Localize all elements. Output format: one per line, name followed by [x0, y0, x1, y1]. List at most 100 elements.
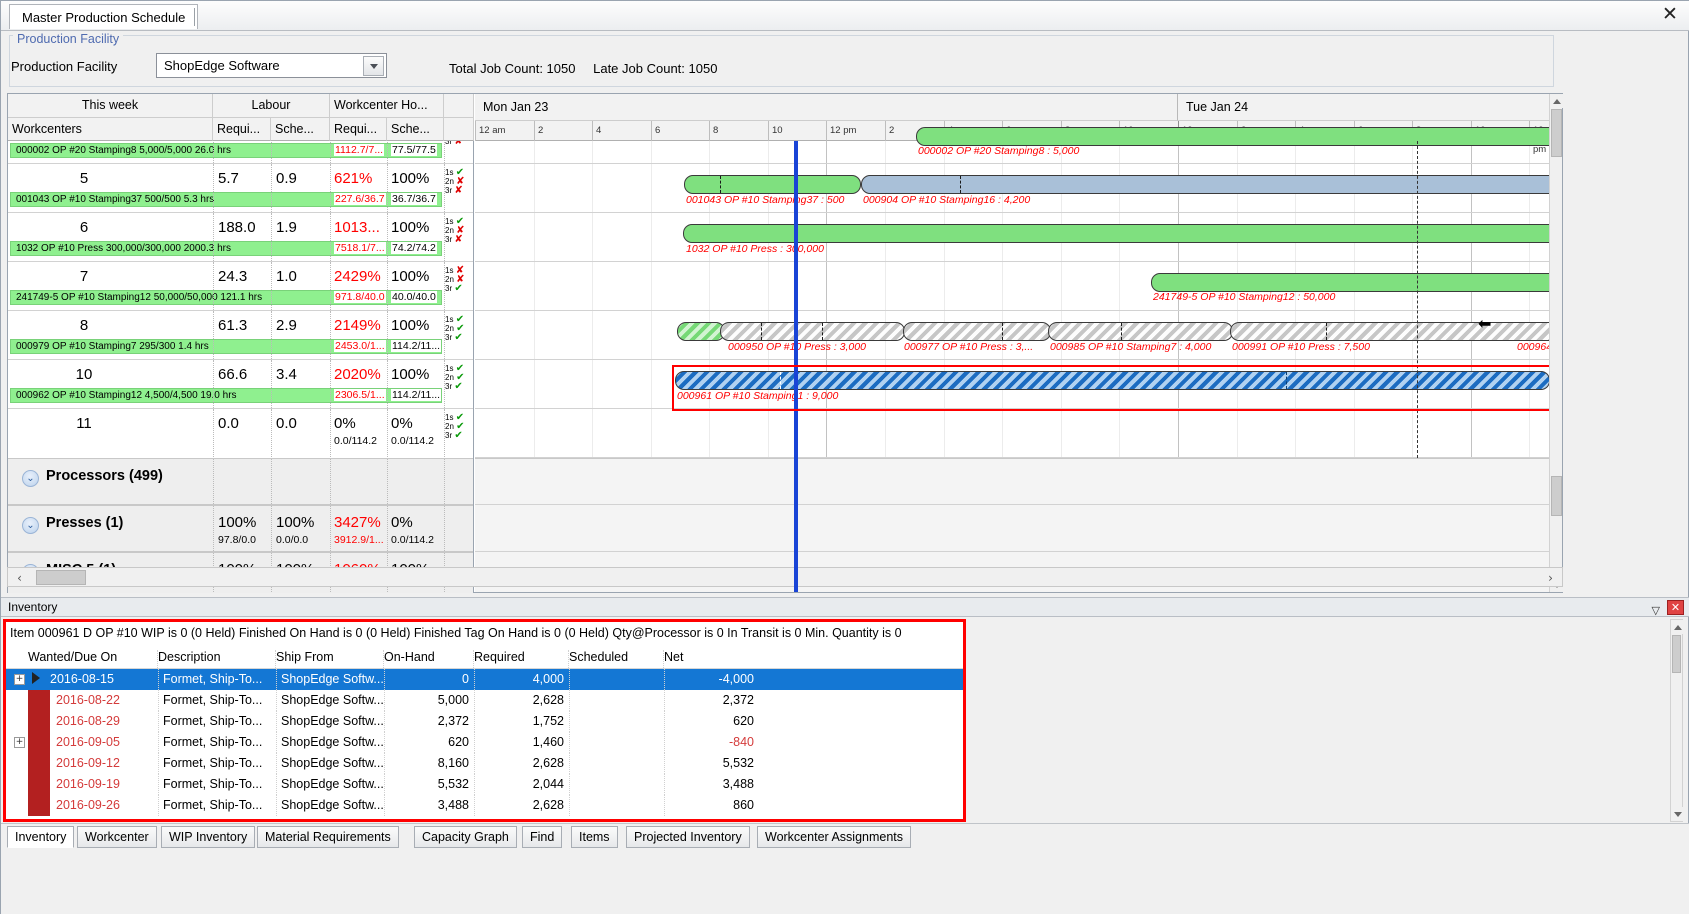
subheader-workcenters[interactable]: Workcenters	[8, 118, 213, 141]
job-counts: Total Job Count: 1050 Late Job Count: 10…	[449, 61, 731, 76]
inventory-panel[interactable]: Item 000961 D OP #10 WIP is 0 (0 Held) F…	[3, 619, 966, 822]
cell-net: 620	[733, 714, 754, 728]
row-workcenter-number: 5	[79, 170, 89, 187]
subheader-labour-required[interactable]: Requi...	[213, 118, 271, 141]
table-row[interactable]: + 2016-08-15 Formet, Ship-To... ShopEdge…	[6, 669, 963, 690]
column-required[interactable]: Required	[474, 650, 569, 668]
table-row[interactable]: 2016-08-22 Formet, Ship-To... ShopEdge S…	[6, 690, 963, 711]
gantt-bar[interactable]	[916, 127, 1549, 146]
gantt-bar[interactable]	[1048, 322, 1233, 341]
cell-on-hand: 3,488	[437, 798, 469, 812]
chevron-down-icon[interactable]: ⌄	[22, 517, 39, 534]
table-row[interactable]: 2016-09-12 Formet, Ship-To... ShopEdge S…	[6, 753, 963, 774]
row-labour-scheduled: 3.4	[276, 366, 297, 383]
status-badge	[28, 795, 50, 816]
header-labour[interactable]: Labour	[213, 94, 330, 118]
status-bar	[1, 849, 1689, 914]
cell-required: 2,628	[532, 798, 564, 812]
gantt-bar-label: 001043 OP #10 Stamping37 : 500	[686, 194, 845, 206]
scroll-hint-arrow-icon: ⬅	[1478, 314, 1492, 333]
table-row[interactable]: 2016-08-29 Formet, Ship-To... ShopEdge S…	[6, 711, 963, 732]
scrollbar-thumb[interactable]	[36, 570, 86, 585]
group-row-processors[interactable]: ⌄ Processors (499)	[8, 458, 473, 505]
gantt-bar-label: 000961 OP #10 Stamping1 : 9,000	[677, 390, 839, 402]
column-scheduled[interactable]: Scheduled	[569, 650, 664, 668]
column-ship-from[interactable]: Ship From	[276, 650, 384, 668]
cell-required: 2,044	[532, 777, 564, 791]
inventory-column-headers: Wanted/Due On Description Ship From On-H…	[6, 648, 963, 669]
schedule-horizontal-scrollbar[interactable]: ‹ ›	[7, 567, 1563, 587]
row-wc-scheduled: 100%	[391, 219, 430, 236]
table-row: 10 66.6 3.4 2020% 100% 000962 OP #10 Sta…	[8, 360, 473, 408]
scroll-up-icon[interactable]	[1671, 620, 1684, 634]
row-wc-required-sub: 971.8/40.0	[334, 291, 386, 303]
column-on-hand[interactable]: On-Hand	[384, 650, 474, 668]
tab-workcenter-assignments[interactable]: Workcenter Assignments	[757, 826, 912, 848]
subheader-labour-scheduled[interactable]: Sche...	[271, 118, 330, 141]
gantt-bar[interactable]	[1230, 322, 1549, 341]
column-wanted-due-on[interactable]: Wanted/Due On	[28, 650, 158, 668]
cell-ship-from: ShopEdge Softw...	[281, 777, 384, 791]
tab-material-requirements[interactable]: Material Requirements	[257, 826, 399, 848]
header-this-week[interactable]: This week	[8, 94, 213, 118]
workcenter-grid-body[interactable]: 4 27.0 1.9 1400% 100% 000002 OP #20 Stam…	[8, 141, 474, 593]
status-badge	[28, 753, 50, 774]
group-labour-scheduled-sub: 0.0/0.0	[276, 534, 309, 546]
close-icon[interactable]: ✕	[1660, 5, 1680, 25]
tab-wip-inventory[interactable]: WIP Inventory	[161, 826, 256, 848]
workcenter-grid-header: This week Labour Workcenter Ho... Workce…	[8, 94, 474, 141]
facility-field-label: Production Facility	[11, 59, 118, 74]
row-wc-required: 0%	[334, 415, 356, 432]
gantt-body[interactable]: 000002 OP #20 Stamping8 : 5,000 001043 O…	[475, 127, 1549, 592]
scroll-left-icon[interactable]: ‹	[11, 570, 28, 585]
production-facility-select[interactable]: ShopEdge Software	[156, 53, 387, 78]
row-status-flags: 1s ✔ 2n ✘ 3r ✘	[445, 167, 465, 196]
gantt-bar[interactable]	[677, 322, 725, 341]
close-icon[interactable]: ✕	[1667, 600, 1684, 615]
cell-description: Formet, Ship-To...	[163, 756, 263, 770]
scroll-right-icon[interactable]: ›	[1542, 570, 1559, 585]
gantt-bar[interactable]	[861, 175, 1549, 194]
column-net[interactable]: Net	[664, 650, 759, 668]
table-row: 5 5.7 0.9 621% 100% 001043 OP #10 Stampi…	[8, 164, 473, 212]
text-caret	[194, 8, 195, 26]
table-row[interactable]: + 2016-09-05 Formet, Ship-To... ShopEdge…	[6, 732, 963, 753]
cell-description: Formet, Ship-To...	[163, 672, 263, 686]
scroll-down-icon[interactable]	[1671, 807, 1684, 821]
gantt-bar[interactable]	[684, 175, 861, 194]
tab-find[interactable]: Find	[522, 826, 563, 848]
inventory-vertical-scrollbar[interactable]	[1670, 619, 1684, 822]
expand-icon[interactable]: +	[14, 674, 25, 685]
schedule-vertical-scrollbar[interactable]	[1549, 94, 1563, 592]
cell-wanted-due-on: 2016-09-26	[56, 798, 120, 812]
tab-projected-inventory[interactable]: Projected Inventory	[626, 826, 750, 848]
scrollbar-thumb[interactable]	[1672, 635, 1681, 673]
expand-icon[interactable]: +	[14, 737, 25, 748]
tab-capacity-graph[interactable]: Capacity Graph	[414, 826, 517, 848]
gantt-bar[interactable]	[903, 322, 1051, 341]
auto-hide-icon[interactable]: ▽	[1652, 601, 1660, 620]
tab-items[interactable]: Items	[571, 826, 618, 848]
tab-inventory[interactable]: Inventory	[7, 826, 75, 848]
cell-ship-from: ShopEdge Softw...	[281, 756, 384, 770]
header-workcenter-hours[interactable]: Workcenter Ho...	[330, 94, 444, 118]
subheader-wc-scheduled[interactable]: Sche...	[387, 118, 444, 141]
gantt-bar[interactable]	[683, 224, 1549, 243]
cell-required: 2,628	[532, 756, 564, 770]
subheader-wc-required[interactable]: Requi...	[330, 118, 387, 141]
row-workcenter-number: 7	[79, 268, 89, 285]
tab-master-production-schedule[interactable]: Master Production Schedule	[9, 4, 199, 29]
chevron-down-icon[interactable]	[363, 56, 384, 76]
column-description[interactable]: Description	[158, 650, 276, 668]
table-row[interactable]: 2016-09-26 Formet, Ship-To... ShopEdge S…	[6, 795, 963, 816]
scroll-up-icon[interactable]	[1550, 94, 1563, 108]
table-row[interactable]: 2016-09-19 Formet, Ship-To... ShopEdge S…	[6, 774, 963, 795]
gantt-bar[interactable]	[1151, 273, 1549, 292]
row-wc-scheduled: 100%	[391, 268, 430, 285]
chevron-down-icon[interactable]: ⌄	[22, 470, 39, 487]
gantt-chart[interactable]: Mon Jan 23 Tue Jan 24 12 am 2 4 6 8 10 1…	[475, 94, 1549, 592]
tab-workcenter[interactable]: Workcenter	[77, 826, 157, 848]
gantt-bar[interactable]	[720, 322, 905, 341]
group-label: Presses (1)	[46, 515, 124, 531]
group-row-presses[interactable]: ⌄ Presses (1) 100% 100% 3427% 0% 97.8/0.…	[8, 505, 473, 552]
